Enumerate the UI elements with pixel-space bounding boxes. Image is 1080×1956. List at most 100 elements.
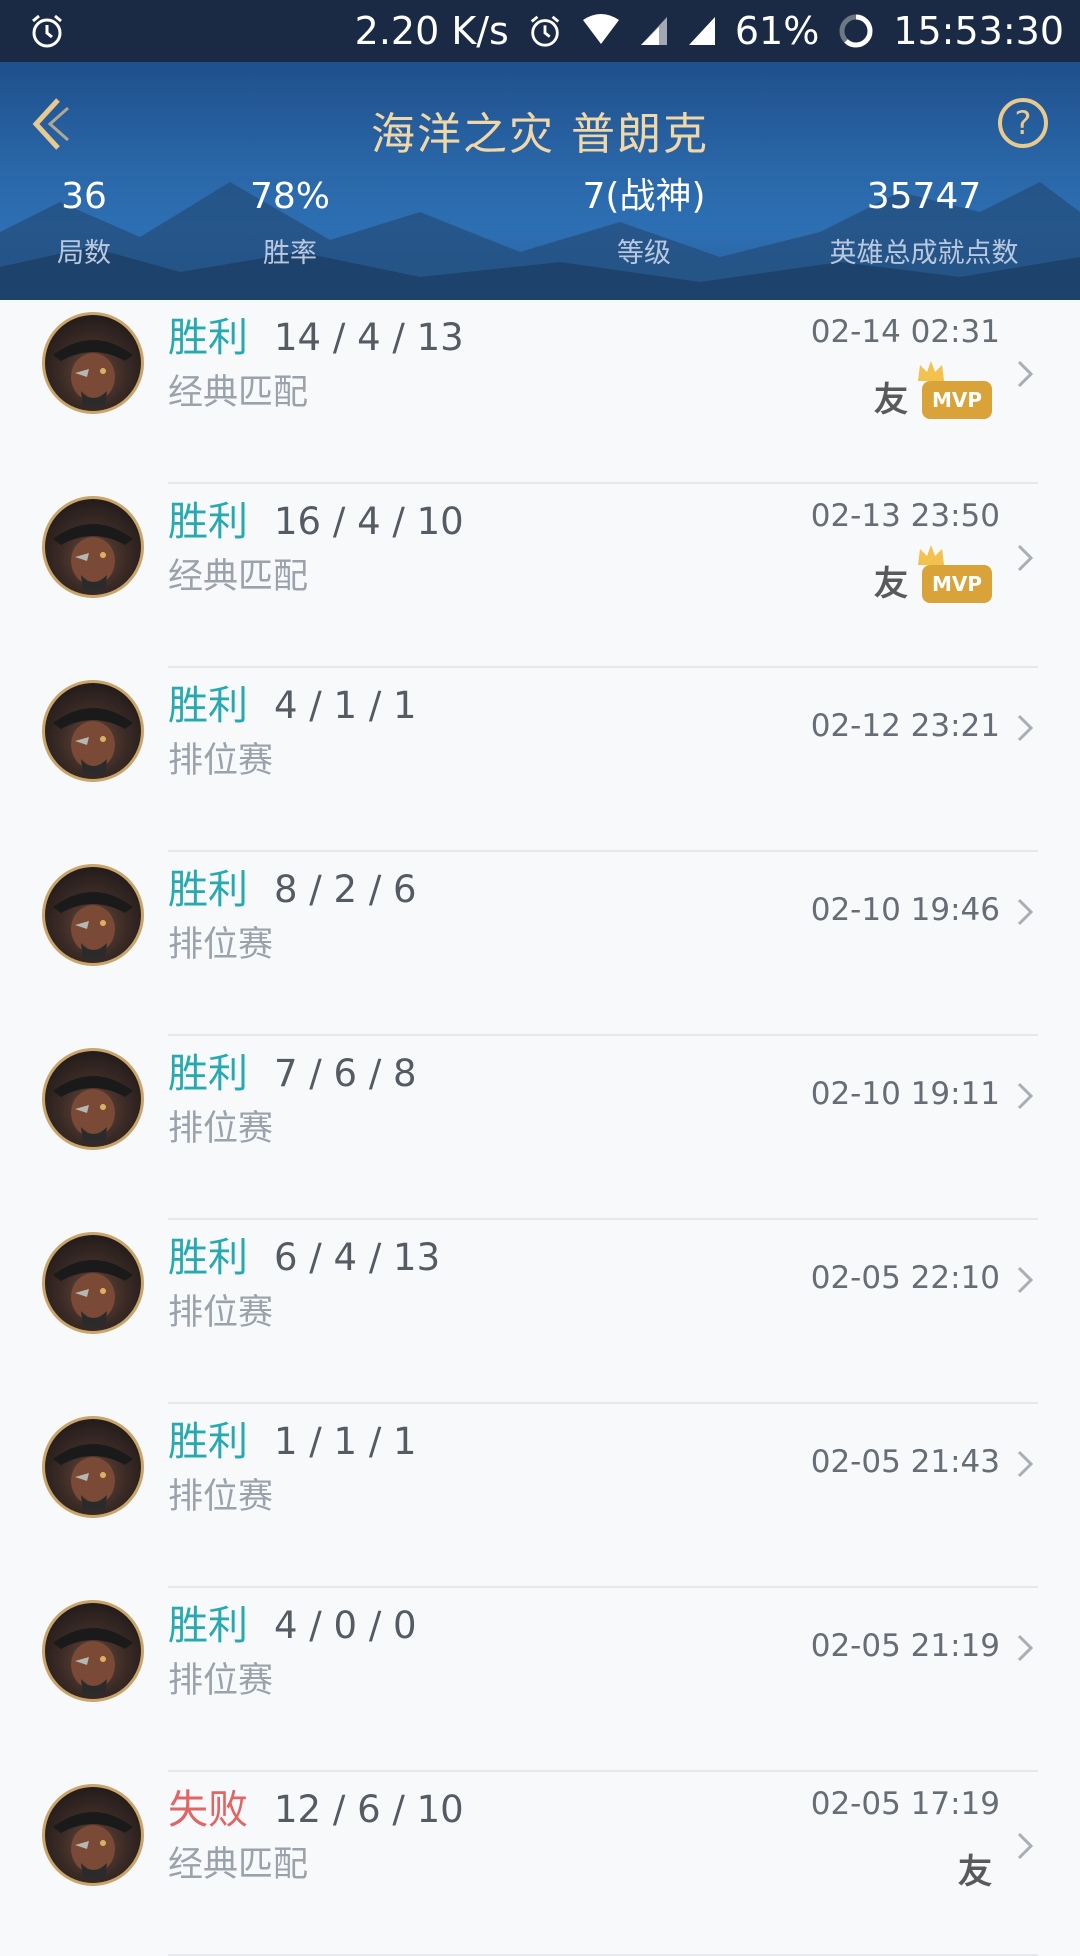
match-time: 02-10 19:11 (810, 1076, 1000, 1112)
match-kda: 7 / 6 / 8 (274, 1052, 417, 1095)
chevron-right-icon (1017, 898, 1034, 926)
crown-icon (917, 360, 944, 381)
hero-avatar (42, 864, 144, 966)
match-row[interactable]: 胜利 7 / 6 / 8 排位赛 02-10 19:11 (0, 1036, 1080, 1220)
match-badges: 友 MVP (873, 360, 992, 421)
match-kda: 8 / 2 / 6 (274, 868, 417, 911)
alarm-icon (530, 15, 560, 47)
match-mode: 排位赛 (168, 1477, 274, 1517)
match-badges: 友 MVP (873, 544, 992, 605)
match-result: 胜利 (168, 867, 248, 913)
match-result: 胜利 (168, 499, 248, 545)
battery-percent: 61% (734, 9, 820, 53)
crown-icon (917, 544, 944, 565)
battery-icon (839, 14, 873, 48)
match-kda: 16 / 4 / 10 (274, 500, 464, 543)
hero-stats: 36 局数 78% 胜率 7(战神) 等级 35747 英雄总成就点数 (0, 172, 1080, 292)
mvp-badge: MVP (917, 544, 992, 603)
match-mode: 排位赛 (168, 1661, 274, 1701)
match-row[interactable]: 胜利 1 / 1 / 1 排位赛 02-05 21:43 (0, 1404, 1080, 1588)
match-kda: 4 / 0 / 0 (274, 1604, 417, 1647)
stat-value: 35747 (866, 176, 982, 217)
match-row[interactable]: 胜利 4 / 0 / 0 排位赛 02-05 21:19 (0, 1588, 1080, 1772)
match-mode: 排位赛 (168, 1293, 274, 1333)
match-kda: 6 / 4 / 13 (274, 1236, 441, 1279)
hero-avatar (42, 1416, 144, 1518)
stat-label: 英雄总成就点数 (829, 238, 1019, 269)
match-time: 02-13 23:50 (810, 498, 1000, 534)
stat-value: 7(战神) (582, 176, 706, 217)
match-mode: 排位赛 (168, 925, 274, 965)
match-result: 胜利 (168, 683, 248, 729)
match-kda: 1 / 1 / 1 (274, 1420, 417, 1463)
signal-icon (688, 17, 715, 45)
match-time: 02-05 17:19 (810, 1786, 1000, 1822)
network-speed: 2.20 K/s (354, 9, 509, 53)
chevron-right-icon (1017, 714, 1034, 742)
match-time: 02-05 21:19 (810, 1628, 1000, 1664)
match-result: 失败 (168, 1787, 248, 1833)
match-result: 胜利 (168, 1051, 248, 1097)
hero-avatar (42, 496, 144, 598)
match-kda: 4 / 1 / 1 (274, 684, 417, 727)
match-mode: 经典匹配 (168, 557, 309, 597)
stat-level: 7(战神) 等级 (514, 172, 774, 274)
match-kda: 14 / 4 / 13 (274, 316, 464, 359)
chevron-right-icon (1017, 1266, 1034, 1294)
chevron-right-icon (1017, 1634, 1034, 1662)
chevron-right-icon (1017, 1832, 1034, 1860)
match-row[interactable]: 胜利 8 / 2 / 6 排位赛 02-10 19:46 (0, 852, 1080, 1036)
friend-badge: 友 (873, 564, 908, 604)
friend-badge: 友 (873, 380, 908, 420)
match-result: 胜利 (168, 1419, 248, 1465)
chevron-right-icon (1017, 544, 1034, 572)
hero-avatar (42, 1048, 144, 1150)
match-row[interactable]: 胜利 16 / 4 / 10 经典匹配 02-13 23:50 友 MVP (0, 484, 1080, 668)
status-bar: 2.20 K/s 61% 15:53:30 (0, 0, 1080, 62)
match-row[interactable]: 失败 12 / 6 / 10 经典匹配 02-05 17:19 友 (0, 1772, 1080, 1956)
svg-text:?: ? (1015, 104, 1032, 142)
match-time: 02-05 21:43 (810, 1444, 1000, 1480)
stat-achievement-points: 35747 英雄总成就点数 (794, 172, 1054, 274)
stat-value: 78% (249, 176, 330, 217)
hero-avatar (42, 1232, 144, 1334)
hero-avatar (42, 312, 144, 414)
match-mode: 经典匹配 (168, 1845, 309, 1885)
chevron-right-icon (1017, 1082, 1034, 1110)
match-row[interactable]: 胜利 14 / 4 / 13 经典匹配 02-14 02:31 友 MVP (0, 300, 1080, 484)
match-time: 02-05 22:10 (810, 1260, 1000, 1296)
page-title: 海洋之灾 普朗克 (371, 109, 709, 160)
match-row[interactable]: 胜利 4 / 1 / 1 排位赛 02-12 23:21 (0, 668, 1080, 852)
stat-label: 胜率 (263, 238, 317, 269)
match-badges: 友 (958, 1844, 992, 1893)
chevron-right-icon (1017, 360, 1034, 388)
match-result: 胜利 (168, 1235, 248, 1281)
mvp-label: MVP (931, 571, 982, 596)
match-kda: 12 / 6 / 10 (274, 1788, 464, 1831)
match-mode: 经典匹配 (168, 373, 309, 413)
alarm-icon (32, 14, 62, 48)
match-mode: 排位赛 (168, 1109, 274, 1149)
match-result: 胜利 (168, 1603, 248, 1649)
match-row[interactable]: 胜利 6 / 4 / 13 排位赛 02-05 22:10 (0, 1220, 1080, 1404)
mvp-label: MVP (931, 387, 982, 412)
stat-win-rate: 78% 胜率 (160, 172, 420, 274)
match-mode: 排位赛 (168, 741, 274, 781)
match-time: 02-10 19:46 (810, 892, 1000, 928)
match-list: 胜利 14 / 4 / 13 经典匹配 02-14 02:31 友 MVP 胜利 … (0, 300, 1080, 1956)
friend-badge: 友 (958, 1852, 992, 1892)
chevron-right-icon (1017, 1450, 1034, 1478)
signal-icon (640, 17, 667, 45)
stat-label: 等级 (617, 238, 671, 269)
hero-avatar (42, 680, 144, 782)
wifi-icon (582, 14, 619, 44)
hero-header: 海洋之灾 普朗克 ? 36 局数 78% 胜率 7(战神) 等级 35747 英… (0, 62, 1080, 300)
mvp-badge: MVP (917, 360, 992, 419)
clock: 15:53:30 (893, 9, 1064, 53)
help-button[interactable]: ? (996, 96, 1050, 150)
hero-avatar (42, 1600, 144, 1702)
match-time: 02-14 02:31 (810, 314, 1000, 350)
hero-avatar (42, 1784, 144, 1886)
match-time: 02-12 23:21 (810, 708, 1000, 744)
match-result: 胜利 (168, 315, 248, 361)
